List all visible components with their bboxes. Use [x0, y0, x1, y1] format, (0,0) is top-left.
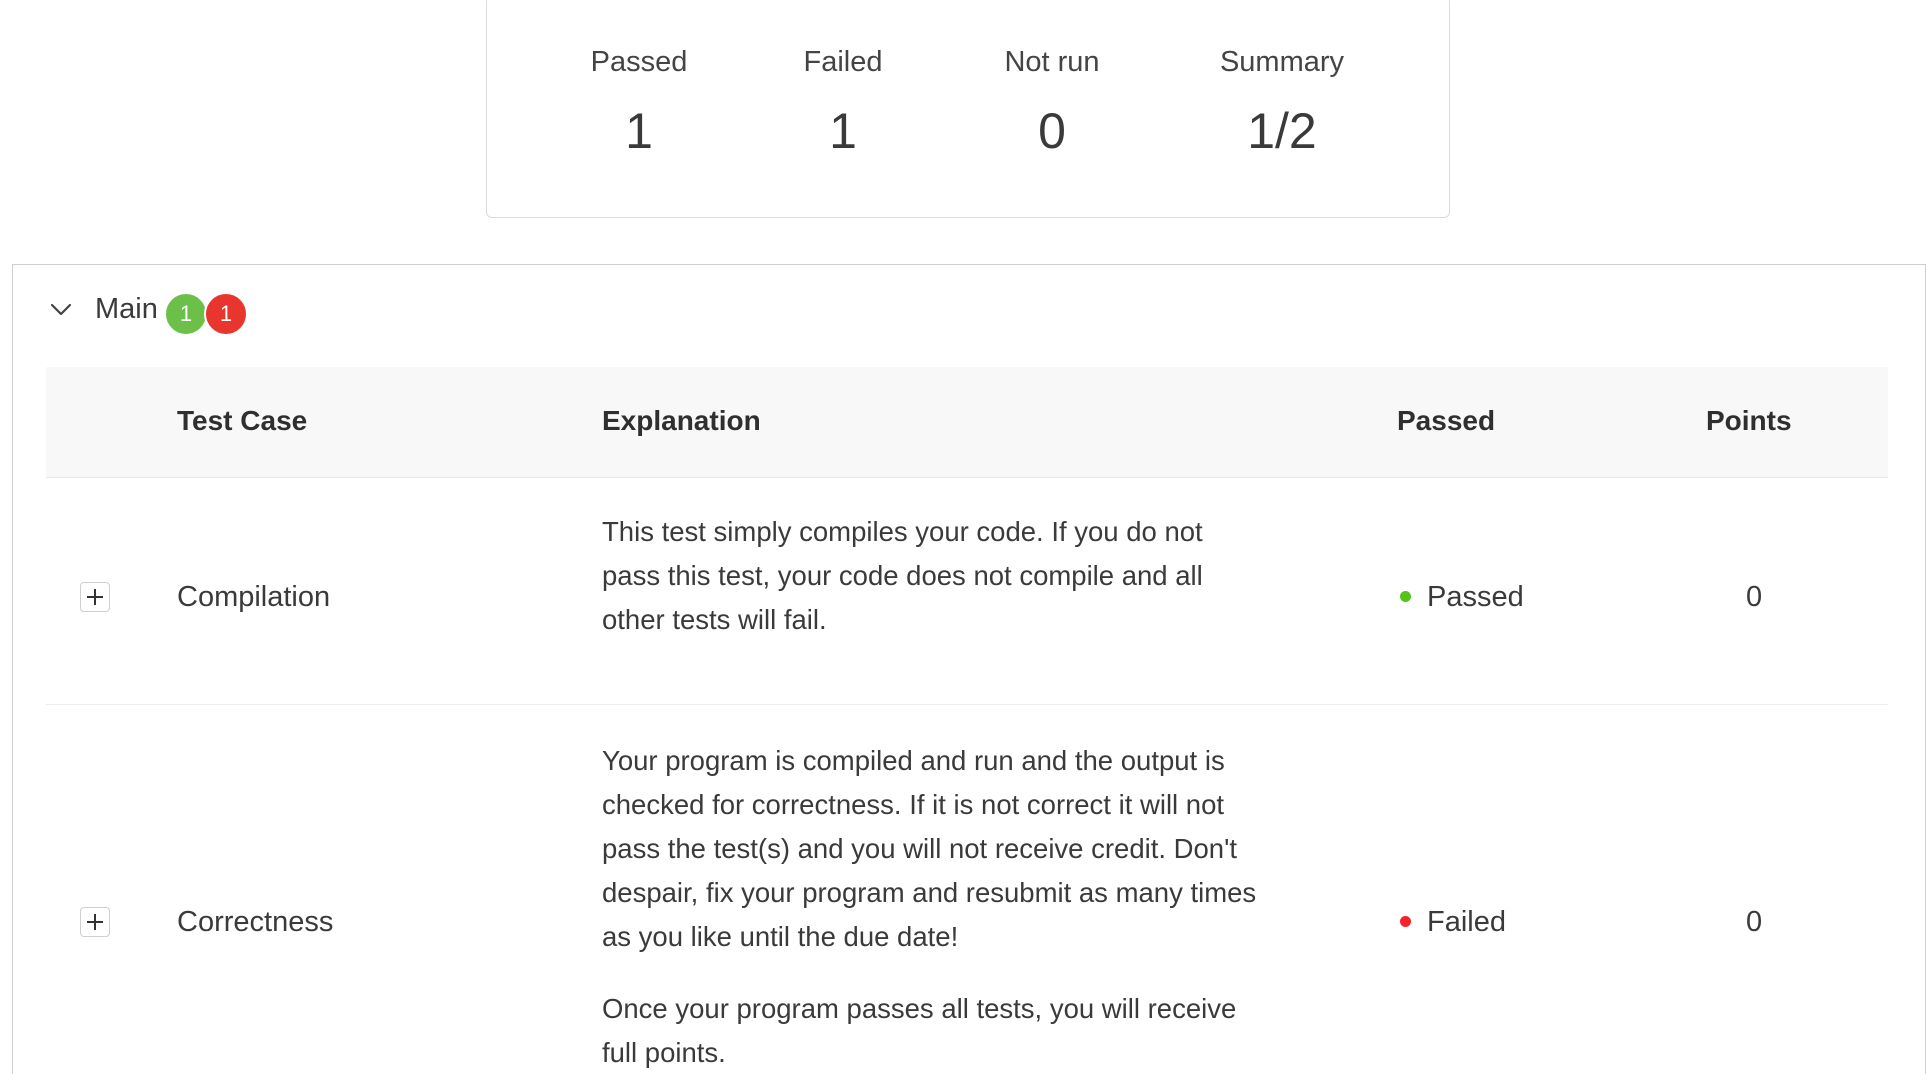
stat-passed-label: Passed	[590, 46, 688, 78]
explanation-paragraph: Once your program passes all tests, you …	[602, 993, 1237, 1068]
stat-not-run-value: 0	[1038, 103, 1066, 159]
column-header-explanation: Explanation	[602, 405, 761, 436]
test-points: 0	[1746, 906, 1763, 938]
test-status: Failed	[1400, 904, 1506, 940]
test-points: 0	[1746, 581, 1763, 613]
table-header: Test Case Explanation Passed Points	[46, 367, 1888, 478]
test-status-label: Failed	[1427, 906, 1506, 938]
table-row: Correctness Your program is compiled and…	[46, 705, 1888, 1074]
chevron-down-icon[interactable]	[49, 297, 73, 321]
test-case-table: Test Case Explanation Passed Points Comp…	[46, 367, 1888, 1074]
stat-failed: Failed 1	[743, 45, 943, 159]
expand-row-button[interactable]	[80, 907, 110, 937]
test-status: Passed	[1400, 579, 1524, 615]
test-case-explanation: This test simply compiles your code. If …	[602, 510, 1262, 642]
table-row: Compilation This test simply compiles yo…	[46, 478, 1888, 705]
failed-count-badge: 1	[204, 292, 248, 336]
column-header-points: Points	[1706, 405, 1792, 436]
stat-passed: Passed 1	[539, 45, 739, 159]
stat-summary: Summary 1/2	[1182, 45, 1382, 159]
page: Passed 1 Failed 1 Not run 0 Summary 1/2 …	[0, 0, 1926, 1074]
status-dot-icon	[1400, 590, 1411, 602]
stat-passed-value: 1	[625, 103, 653, 159]
stat-not-run-label: Not run	[1004, 46, 1100, 78]
explanation-paragraph: This test simply compiles your code. If …	[602, 516, 1203, 635]
status-dot-icon	[1400, 915, 1411, 927]
column-header-passed: Passed	[1397, 405, 1496, 436]
test-status-label: Passed	[1427, 581, 1524, 613]
stat-summary-value: 1/2	[1247, 103, 1317, 159]
stat-not-run: Not run 0	[952, 45, 1152, 159]
explanation-paragraph: Your program is compiled and run and the…	[602, 745, 1257, 952]
stat-summary-label: Summary	[1219, 46, 1345, 78]
stat-failed-label: Failed	[803, 46, 883, 78]
test-group-title: Main	[95, 293, 158, 325]
test-summary-card: Passed 1 Failed 1 Not run 0 Summary 1/2	[486, 0, 1450, 218]
column-header-test-case: Test Case	[177, 405, 308, 436]
expand-row-button[interactable]	[80, 582, 110, 612]
test-group-panel: Main 1 1 Test Case Explanation Passed Po…	[12, 264, 1926, 1074]
test-case-explanation: Your program is compiled and run and the…	[602, 739, 1262, 1074]
test-case-name: Compilation	[177, 581, 331, 613]
passed-count-badge: 1	[164, 292, 208, 336]
stat-failed-value: 1	[829, 103, 857, 159]
test-group-header[interactable]: Main 1 1	[13, 265, 1925, 361]
test-case-name: Correctness	[177, 906, 334, 938]
